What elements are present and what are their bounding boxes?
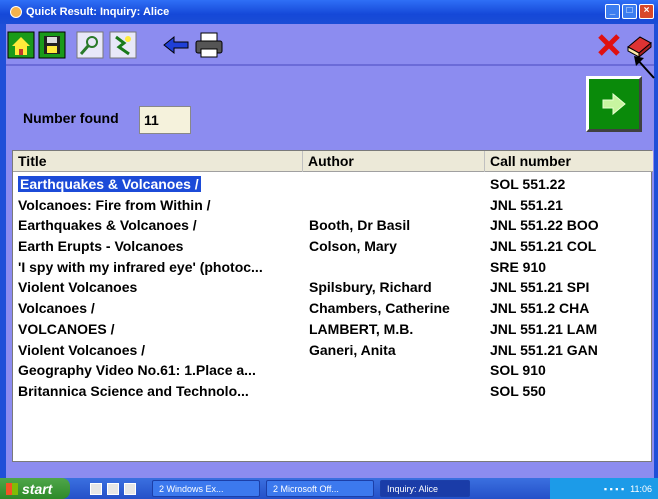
ie-icon[interactable] [90,482,102,495]
task-windows-explorer[interactable]: 2 Windows Ex... [152,480,260,497]
row-author: Booth, Dr Basil [309,217,411,234]
table-row[interactable]: Violent Volcanoes Spilsbury, Richard JNL… [13,277,653,298]
windows-logo-icon [6,482,18,495]
number-found-label: Number found [23,110,119,126]
row-title: Geography Video No.61: 1.Place a... [18,362,256,379]
summary-panel: Number found 11 [6,66,654,150]
row-call-number: SOL 551.22 [490,176,566,192]
row-title: Violent Volcanoes / [18,341,146,358]
row-author: LAMBERT, M.B. [309,320,414,337]
right-arrow-icon [602,92,626,116]
close-window-button[interactable]: × [639,4,654,19]
row-call-number: JNL 551.21 COL [490,238,597,255]
column-header-call-number[interactable]: Call number [485,151,653,172]
go-next-button[interactable] [586,76,642,132]
table-row[interactable]: Geography Video No.61: 1.Place a... SOL … [13,360,653,381]
row-call-number: JNL 551.2 CHA [490,300,590,317]
toolbar [6,24,654,64]
row-call-number: JNL 551.21 LAM [490,320,598,337]
column-header-title[interactable]: Title [13,151,303,172]
row-title: Violent Volcanoes [18,279,138,296]
maximize-button[interactable]: □ [622,4,637,19]
table-row[interactable]: 'I spy with my infrared eye' (photoc... … [13,257,653,278]
system-tray: ▪ ▪ ▪ ▪ 11:06 [550,478,658,499]
row-author: Colson, Mary [309,238,397,255]
row-call-number: SOL 910 [490,362,546,379]
app-icon [10,6,22,18]
row-author: Ganeri, Anita [309,341,396,358]
quick-launch [90,482,136,495]
row-title: Britannica Science and Technolo... [18,382,249,399]
row-title: Earth Erupts - Volcanoes [18,238,184,255]
task-inquiry-alice[interactable]: Inquiry: Alice [380,480,470,497]
minimize-button[interactable]: _ [605,4,620,19]
mouse-cursor-icon [634,56,655,79]
row-title: 'I spy with my infrared eye' (photoc... [18,258,263,275]
row-title: Volcanoes / [18,300,95,317]
taskbar: start 2 Windows Ex... 2 Microsoft Off...… [0,478,658,499]
row-author: Chambers, Catherine [309,300,450,317]
row-call-number: JNL 551.21 [490,196,563,213]
start-label: start [22,480,53,497]
row-call-number: JNL 551.22 BOO [490,217,599,234]
start-button[interactable]: start [0,478,70,499]
save-disk-icon[interactable] [37,30,67,60]
list-header: Title Author Call number [13,151,653,172]
media-icon[interactable] [107,482,119,495]
table-row[interactable]: Britannica Science and Technolo... SOL 5… [13,381,653,402]
window-title: Quick Result: Inquiry: Alice [26,6,170,18]
desktop-icon[interactable] [124,482,136,495]
row-call-number: SRE 910 [490,258,547,275]
row-call-number: JNL 551.21 SPI [490,279,590,296]
row-call-number: SOL 550 [490,382,546,399]
close-x-icon[interactable] [594,30,624,60]
tray-icons[interactable]: ▪ ▪ ▪ ▪ [604,484,624,494]
row-title: Earthquakes & Volcanoes / [18,217,197,234]
print-icon[interactable] [194,30,224,60]
results-list[interactable]: Title Author Call number Earthquakes & V… [12,150,653,462]
row-title: VOLCANOES / [18,320,115,337]
table-row[interactable]: Earthquakes & Volcanoes / Booth, Dr Basi… [13,215,653,236]
table-row[interactable]: Volcanoes / Chambers, Catherine JNL 551.… [13,298,653,319]
bottom-panel [6,462,654,478]
number-found-field: 11 [139,106,191,134]
back-arrow-icon[interactable] [161,30,191,60]
table-row[interactable]: VOLCANOES / LAMBERT, M.B. JNL 551.21 LAM [13,319,653,340]
search-icon[interactable] [75,30,105,60]
home-icon[interactable] [6,30,36,60]
list-rows: Earthquakes & Volcanoes / SOL 551.22 Vol… [13,174,653,402]
row-title: Earthquakes & Volcanoes / [18,176,201,192]
clock: 11:06 [630,483,652,494]
title-bar: Quick Result: Inquiry: Alice _ □ × [0,0,658,24]
column-header-author[interactable]: Author [303,151,485,172]
table-row[interactable]: Violent Volcanoes / Ganeri, Anita JNL 55… [13,340,653,361]
row-title: Volcanoes: Fire from Within / [18,196,211,213]
row-call-number: JNL 551.21 GAN [490,341,598,358]
task-microsoft-office[interactable]: 2 Microsoft Off... [266,480,374,497]
table-row[interactable]: Earth Erupts - Volcanoes Colson, Mary JN… [13,236,653,257]
table-row[interactable]: Earthquakes & Volcanoes / SOL 551.22 [13,174,653,195]
plugin-icon[interactable] [108,30,138,60]
table-row[interactable]: Volcanoes: Fire from Within / JNL 551.21 [13,195,653,216]
row-author: Spilsbury, Richard [309,279,432,296]
